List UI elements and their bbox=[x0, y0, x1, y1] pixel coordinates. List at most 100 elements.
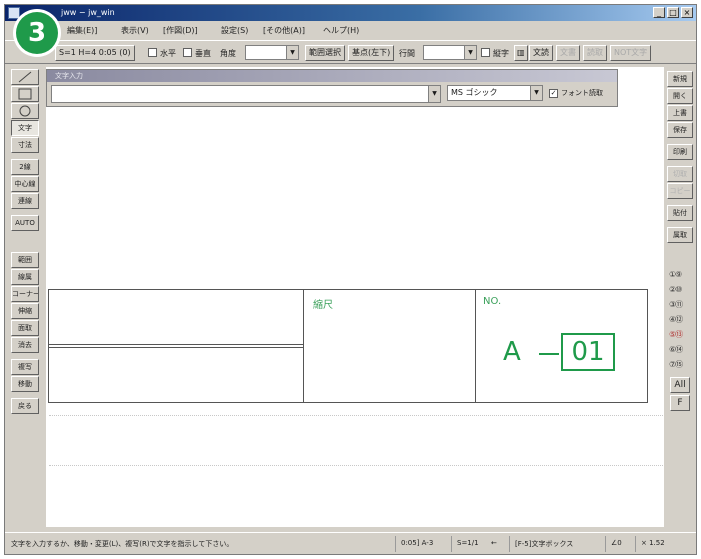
read-button[interactable]: 読取 bbox=[583, 45, 607, 61]
new-file-button[interactable]: 新規 bbox=[667, 71, 693, 87]
polyline-tool-button[interactable]: 連線 bbox=[11, 193, 39, 209]
status-layer[interactable]: 0:05] A-3 bbox=[401, 539, 433, 547]
not-text-button[interactable]: NOT文字 bbox=[610, 45, 652, 61]
circle-tool-button[interactable] bbox=[11, 103, 39, 119]
copy-button[interactable]: コピー bbox=[667, 183, 693, 199]
status-zoom[interactable]: × 1.52 bbox=[641, 539, 665, 547]
title-bar: jww − jw_win _ □ × bbox=[5, 5, 696, 21]
menu-bar: 編集(E)] 表示(V) [作図(D)] 設定(S) [その他(A)] ヘルプ(… bbox=[5, 22, 696, 39]
stretch-tool-button[interactable]: 伸縮 bbox=[11, 303, 39, 319]
line-tool-button[interactable] bbox=[11, 69, 39, 85]
menu-edit[interactable]: 編集(E)] bbox=[67, 25, 97, 36]
layer-button-pair[interactable]: ④⑫ bbox=[669, 312, 693, 327]
menu-settings[interactable]: 設定(S) bbox=[221, 25, 248, 36]
rectangle-icon bbox=[18, 88, 32, 100]
text-panel-title-bar: 文字入力 bbox=[47, 70, 617, 82]
window-controls: _ □ × bbox=[653, 7, 693, 18]
paste-button[interactable]: 貼付 bbox=[667, 205, 693, 221]
layer-button-pair[interactable]: ⑥⑭ bbox=[669, 342, 693, 357]
menu-help[interactable]: ヘルプ(H) bbox=[323, 25, 359, 36]
vertical-text-label: 縦字 bbox=[493, 49, 509, 58]
restore-button[interactable]: □ bbox=[667, 7, 679, 18]
status-divider bbox=[451, 536, 452, 552]
text-input[interactable]: ▼ bbox=[51, 85, 441, 103]
layer-f-button[interactable]: F bbox=[670, 395, 690, 411]
sheet-border-line bbox=[49, 465, 663, 466]
erase-tool-button[interactable]: 消去 bbox=[11, 337, 39, 353]
save-button[interactable]: 保存 bbox=[667, 122, 693, 138]
auto-mode-button[interactable]: AUTO bbox=[11, 215, 39, 231]
menu-other[interactable]: [その他(A)] bbox=[263, 25, 305, 36]
line-spacing-combo[interactable]: ▼ bbox=[423, 45, 477, 60]
menu-view[interactable]: 表示(V) bbox=[121, 25, 149, 36]
text-toolbar: S=1 H=4 0:05 (0) 水平 垂直 角度 ▼ 範囲選択 基点(左下) … bbox=[5, 40, 696, 64]
overwrite-button[interactable]: 上書 bbox=[667, 105, 693, 121]
chamfer-tool-button[interactable]: 面取 bbox=[11, 320, 39, 336]
double-line-tool-button[interactable]: 2線 bbox=[11, 159, 39, 175]
circle-icon bbox=[19, 105, 31, 117]
vertical-label: 垂直 bbox=[195, 49, 211, 58]
title-block-divider bbox=[303, 290, 304, 402]
layer-button-pair-active[interactable]: ⑤⑬ bbox=[669, 327, 693, 342]
drawing-number-box[interactable]: 01 bbox=[561, 333, 615, 371]
title-block: 縮尺 NO. bbox=[48, 289, 648, 403]
open-file-button[interactable]: 開く bbox=[667, 88, 693, 104]
font-select[interactable]: MS ゴシック ▼ bbox=[447, 85, 543, 101]
status-divider bbox=[509, 536, 510, 552]
sheet-border-line bbox=[49, 415, 663, 416]
dimension-tool-button[interactable]: 寸法 bbox=[11, 137, 39, 153]
line-spacing-label: 行間 bbox=[399, 49, 415, 58]
jww-window: jww − jw_win _ □ × 編集(E)] 表示(V) [作図(D)] … bbox=[4, 4, 697, 555]
corner-tool-button[interactable]: コーナー bbox=[11, 286, 39, 302]
title-block-divider bbox=[49, 344, 303, 345]
status-divider bbox=[395, 536, 396, 552]
undo-button[interactable]: 戻る bbox=[11, 398, 39, 414]
move-tool-button[interactable]: 移動 bbox=[11, 376, 39, 392]
status-layer-name[interactable]: [F-5]文字ボックス bbox=[515, 539, 573, 549]
font-read-label: フォント読取 bbox=[561, 89, 603, 97]
chevron-down-icon: ▼ bbox=[428, 86, 440, 102]
all-layers-button[interactable]: All bbox=[670, 377, 690, 393]
line-icon bbox=[18, 71, 32, 83]
scale-label: 縮尺 bbox=[313, 300, 333, 311]
layer-button-pair[interactable]: ②⑩ bbox=[669, 282, 693, 297]
font-select-value: MS ゴシック bbox=[451, 88, 498, 97]
copy-tool-button[interactable]: 複写 bbox=[11, 359, 39, 375]
layer-button-pair[interactable]: ①⑨ bbox=[669, 267, 693, 282]
attribute-pick-button[interactable]: 属取 bbox=[667, 227, 693, 243]
vertical-text-checkbox[interactable] bbox=[481, 48, 490, 57]
status-bar: 文字を入力するか、移動・変更(L)、複写(R)で文字を指示して下さい。 0:05… bbox=[5, 532, 696, 554]
vertical-checkbox[interactable] bbox=[183, 48, 192, 57]
line-attribute-button[interactable]: 線属 bbox=[11, 269, 39, 285]
print-button[interactable]: 印刷 bbox=[667, 144, 693, 160]
text-write-button[interactable]: 文書 bbox=[556, 45, 580, 61]
layer-button-pair[interactable]: ③⑪ bbox=[669, 297, 693, 312]
base-point-button[interactable]: 基点(左下) bbox=[348, 45, 395, 61]
step-badge: 3 bbox=[16, 12, 58, 54]
window-title: jww − jw_win bbox=[61, 8, 115, 17]
minimize-button[interactable]: _ bbox=[653, 7, 665, 18]
range-tool-button[interactable]: 範囲 bbox=[11, 252, 39, 268]
layer-button-pair[interactable]: ⑦⑮ bbox=[669, 357, 693, 372]
scale-status-button[interactable]: S=1 H=4 0:05 (0) bbox=[55, 45, 135, 61]
close-button[interactable]: × bbox=[681, 7, 693, 18]
horizontal-label: 水平 bbox=[160, 49, 176, 58]
horizontal-checkbox[interactable] bbox=[148, 48, 157, 57]
chevron-down-icon: ▼ bbox=[464, 46, 476, 59]
font-read-checkbox[interactable]: ✓ bbox=[549, 89, 558, 98]
status-angle[interactable]: ∠0 bbox=[611, 539, 622, 547]
center-line-tool-button[interactable]: 中心線 bbox=[11, 176, 39, 192]
angle-combo[interactable]: ▼ bbox=[245, 45, 299, 60]
status-scale[interactable]: S=1/1 bbox=[457, 539, 479, 547]
status-divider bbox=[635, 536, 636, 552]
range-select-button[interactable]: 範囲選択 bbox=[305, 45, 345, 61]
title-block-divider bbox=[49, 347, 303, 348]
rectangle-tool-button[interactable] bbox=[11, 86, 39, 102]
text-tool-button[interactable]: 文字 bbox=[11, 120, 39, 136]
drawing-number-leader bbox=[539, 353, 559, 355]
spacing-button[interactable]: ▥ bbox=[514, 45, 528, 61]
menu-draw[interactable]: [作図(D)] bbox=[163, 25, 198, 36]
text-read-button[interactable]: 文読 bbox=[529, 45, 553, 61]
text-panel-title: 文字入力 bbox=[55, 72, 83, 80]
cut-button[interactable]: 切取 bbox=[667, 166, 693, 182]
